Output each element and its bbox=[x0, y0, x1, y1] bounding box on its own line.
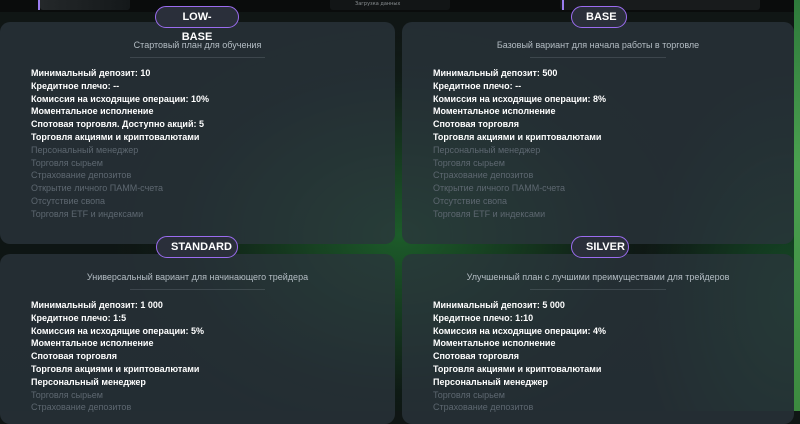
feature-item-disabled: Торговля ETF и индексами bbox=[433, 208, 546, 219]
feature-item-disabled: Отсутствие свопа bbox=[433, 195, 508, 206]
plan-features: Минимальный депозит: 10 Кредитное плечо: … bbox=[31, 67, 209, 221]
feature-item-enabled: Минимальный депозит: 5 000 bbox=[433, 300, 565, 310]
feature-item-disabled: Страхование депозитов bbox=[433, 402, 534, 413]
feature-item-disabled: Торговля сырьем bbox=[31, 157, 103, 168]
preview-edge bbox=[562, 0, 564, 10]
plan-divider bbox=[530, 289, 666, 290]
feature-item-enabled: Спотовая торговля bbox=[31, 351, 117, 362]
plan-card-low-base[interactable]: Стартовый план для обучения Минимальный … bbox=[0, 22, 395, 244]
feature-item-disabled: Торговля сырьем bbox=[433, 157, 505, 168]
plan-subtitle: Универсальный вариант для начинающего тр… bbox=[86, 272, 309, 282]
preview-thumbnail bbox=[40, 0, 130, 10]
feature-item-enabled: Торговля акциями и криптовалютами bbox=[31, 131, 200, 142]
feature-item-enabled: Минимальный депозит: 500 bbox=[433, 68, 558, 78]
plan-divider bbox=[530, 57, 666, 58]
feature-item-enabled: Комиссия на исходящие операции: 4% bbox=[433, 325, 607, 336]
feature-item-enabled: Спотовая торговля. Доступно акций: 5 bbox=[31, 119, 204, 130]
plan-features: Минимальный депозит: 5 000 Кредитное плеч… bbox=[433, 299, 606, 414]
feature-item-enabled: Персональный менеджер bbox=[433, 376, 548, 387]
feature-item-enabled: Спотовая торговля bbox=[433, 351, 519, 362]
feature-item-enabled: Моментальное исполнение bbox=[433, 106, 556, 117]
preview-edge bbox=[38, 0, 40, 10]
plan-features: Минимальный депозит: 500 Кредитное плечо:… bbox=[433, 67, 606, 221]
feature-item-enabled: Торговля акциями и криптовалютами bbox=[31, 363, 200, 374]
feature-item-enabled: Спотовая торговля bbox=[433, 119, 519, 130]
plan-badge-standard[interactable]: STANDARD bbox=[156, 236, 238, 258]
plan-card-silver[interactable]: Улучшенный план с лучшими преимуществами… bbox=[402, 254, 794, 424]
feature-item-enabled: Минимальный депозит: 1 000 bbox=[31, 300, 163, 310]
top-strip: Загрузка данных bbox=[0, 0, 800, 12]
plan-divider bbox=[130, 289, 265, 290]
feature-item-enabled: Моментальное исполнение bbox=[31, 106, 154, 117]
feature-item-enabled: Кредитное плечо: -- bbox=[31, 80, 120, 91]
feature-item-disabled: Торговля ETF и индексами bbox=[31, 208, 144, 219]
plan-subtitle: Улучшенный план с лучшими преимуществами… bbox=[466, 272, 730, 282]
feature-item-disabled: Торговля сырьем bbox=[31, 389, 103, 400]
plan-subtitle: Базовый вариант для начала работы в торг… bbox=[496, 40, 700, 50]
top-strip-text: Загрузка данных bbox=[355, 1, 401, 7]
plan-features: Минимальный депозит: 1 000 Кредитное плеч… bbox=[31, 299, 204, 414]
feature-item-enabled: Моментальное исполнение bbox=[433, 338, 556, 349]
plan-card-standard[interactable]: Универсальный вариант для начинающего тр… bbox=[0, 254, 395, 424]
feature-item-disabled: Торговля сырьем bbox=[433, 389, 505, 400]
feature-item-enabled: Моментальное исполнение bbox=[31, 338, 154, 349]
feature-item-disabled: Персональный менеджер bbox=[31, 144, 139, 155]
feature-item-enabled: Кредитное плечо: 1:5 bbox=[31, 312, 127, 323]
feature-item-enabled: Торговля акциями и криптовалютами bbox=[433, 131, 602, 142]
feature-item-enabled: Минимальный депозит: 10 bbox=[31, 68, 151, 78]
feature-item-enabled: Комиссия на исходящие операции: 5% bbox=[31, 325, 205, 336]
plan-badge-silver[interactable]: SILVER bbox=[571, 236, 629, 258]
feature-item-disabled: Страхование депозитов bbox=[433, 170, 534, 181]
feature-item-disabled: Страхование депозитов bbox=[31, 170, 132, 181]
feature-item-enabled: Комиссия на исходящие операции: 10% bbox=[31, 93, 210, 104]
feature-item-disabled: Персональный менеджер bbox=[433, 144, 541, 155]
feature-item-enabled: Комиссия на исходящие операции: 8% bbox=[433, 93, 607, 104]
plan-badge-base[interactable]: BASE bbox=[571, 6, 627, 28]
feature-item-disabled: Открытие личного ПАММ-счета bbox=[433, 183, 566, 194]
feature-item-disabled: Открытие личного ПАММ-счета bbox=[31, 183, 164, 194]
feature-item-enabled: Персональный менеджер bbox=[31, 376, 146, 387]
feature-item-enabled: Торговля акциями и криптовалютами bbox=[433, 363, 602, 374]
plan-card-base[interactable]: Базовый вариант для начала работы в торг… bbox=[402, 22, 794, 244]
feature-item-enabled: Кредитное плечо: -- bbox=[433, 80, 522, 91]
feature-item-disabled: Страхование депозитов bbox=[31, 402, 132, 413]
feature-item-enabled: Кредитное плечо: 1:10 bbox=[433, 312, 534, 323]
feature-item-disabled: Отсутствие свопа bbox=[31, 195, 106, 206]
plan-divider bbox=[130, 57, 265, 58]
plan-badge-low-base[interactable]: LOW-BASE bbox=[155, 6, 239, 43]
background-glow bbox=[794, 0, 800, 411]
